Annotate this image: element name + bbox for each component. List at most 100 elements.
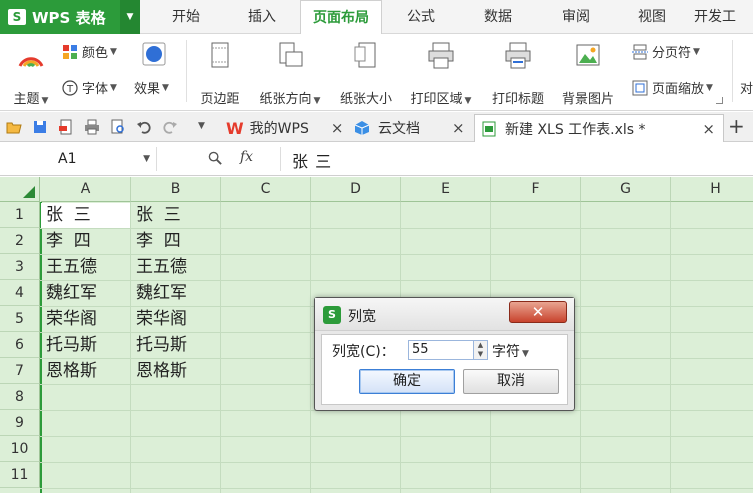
column-header-f[interactable]: F — [491, 177, 581, 202]
close-icon[interactable]: × — [331, 119, 344, 137]
row-header-8[interactable]: 8 — [0, 384, 40, 410]
save-icon[interactable] — [32, 119, 48, 135]
tab-formulas[interactable]: 公式 — [386, 0, 456, 34]
print-area-button[interactable]: 打印区域 ▼ — [404, 42, 478, 107]
zoom-search-icon[interactable] — [208, 151, 223, 166]
column-header-h[interactable]: H — [671, 177, 753, 202]
row-header-5[interactable]: 5 — [0, 306, 40, 332]
print-preview-icon[interactable] — [110, 119, 126, 135]
column-header-g[interactable]: G — [581, 177, 671, 202]
cell-a2[interactable]: 李 四 — [41, 228, 91, 254]
width-spinner[interactable]: ▲ ▼ — [474, 340, 488, 360]
column-header-a[interactable]: A — [41, 177, 131, 202]
print-area-icon — [428, 42, 454, 69]
cell-b7[interactable]: 恩格斯 — [131, 358, 187, 384]
theme-icon — [18, 57, 44, 68]
row-header-4[interactable]: 4 — [0, 280, 40, 306]
dialog-close-button[interactable]: ✕ — [509, 301, 567, 323]
tab-my-wps[interactable]: W 我的WPS × — [222, 114, 348, 142]
dialog-launcher-icon[interactable] — [716, 97, 723, 104]
cell-b5[interactable]: 荣华阁 — [131, 306, 187, 332]
cell-a3[interactable]: 王五德 — [41, 254, 97, 280]
theme-button[interactable]: 主题 ▼ — [8, 42, 54, 107]
colors-button[interactable]: 颜色 ▼ — [62, 42, 117, 61]
row-header-7[interactable]: 7 — [0, 358, 40, 384]
unit-dropdown[interactable]: 字符 ▼ — [492, 341, 529, 361]
tab-developer[interactable]: 开发工 — [694, 0, 753, 34]
column-header-d[interactable]: D — [311, 177, 401, 202]
cancel-button[interactable]: 取消 — [463, 369, 559, 394]
export-pdf-icon[interactable] — [58, 119, 74, 135]
cell-b1[interactable]: 张 三 — [131, 202, 181, 228]
row-header-1[interactable]: 1 — [0, 202, 40, 228]
app-menu-button[interactable]: S WPS 表格 ▼ — [0, 0, 140, 34]
print-titles-button[interactable]: 打印标题 — [486, 42, 550, 107]
close-icon[interactable]: × — [452, 119, 465, 137]
name-box[interactable]: A1 ▼ — [0, 147, 157, 171]
row-header-11[interactable]: 11 — [0, 462, 40, 488]
tab-data[interactable]: 数据 — [462, 0, 534, 34]
tab-view[interactable]: 视图 — [618, 0, 686, 34]
cell-b3[interactable]: 王五德 — [131, 254, 187, 280]
tab-insert[interactable]: 插入 — [226, 0, 298, 34]
effects-icon[interactable] — [142, 42, 166, 66]
cell-a5[interactable]: 荣华阁 — [41, 306, 97, 332]
cell-b6[interactable]: 托马斯 — [131, 332, 187, 358]
cell-a7[interactable]: 恩格斯 — [41, 358, 97, 384]
ribbon-overflow-label[interactable]: 对 — [740, 78, 753, 97]
tab-document[interactable]: 新建 XLS 工作表.xls * × — [474, 114, 724, 142]
xls-file-icon — [482, 121, 496, 136]
effects-button[interactable]: 效果 ▼ — [134, 78, 169, 97]
row-header-6[interactable]: 6 — [0, 332, 40, 358]
row-header-2[interactable]: 2 — [0, 228, 40, 254]
close-icon[interactable]: × — [702, 120, 715, 138]
margins-button[interactable]: 页边距 — [194, 42, 246, 107]
row-header-9[interactable]: 9 — [0, 410, 40, 436]
formula-bar: A1 ▼ fx 张 三 — [0, 143, 753, 176]
column-width-input[interactable]: 55 — [408, 340, 474, 360]
color-palette-icon — [63, 44, 77, 59]
spin-down-icon[interactable]: ▼ — [474, 350, 487, 359]
undo-icon[interactable] — [136, 119, 152, 135]
image-icon — [576, 44, 600, 66]
quick-access-dropdown-icon[interactable]: ▼ — [198, 121, 205, 131]
formula-input[interactable]: 张 三 — [292, 148, 332, 172]
tab-my-wps-label: 我的WPS — [249, 121, 309, 137]
column-header-b[interactable]: B — [131, 177, 221, 202]
row-header-3[interactable]: 3 — [0, 254, 40, 280]
fonts-button[interactable]: T 字体 ▼ — [62, 78, 117, 97]
open-folder-icon[interactable] — [6, 119, 22, 135]
ok-button[interactable]: 确定 — [359, 369, 455, 394]
spin-up-icon[interactable]: ▲ — [474, 341, 487, 350]
orientation-button[interactable]: 纸张方向 ▼ — [252, 42, 328, 107]
select-all-corner[interactable] — [0, 177, 40, 202]
cell-b4[interactable]: 魏红军 — [131, 280, 187, 306]
cell-b2[interactable]: 李 四 — [131, 228, 181, 254]
tab-home[interactable]: 开始 — [150, 0, 222, 34]
new-tab-button[interactable]: + — [728, 114, 745, 138]
background-image-button[interactable]: 背景图片 — [556, 42, 620, 107]
tab-page-layout[interactable]: 页面布局 — [300, 0, 382, 35]
cell-a6[interactable]: 托马斯 — [41, 332, 97, 358]
tab-review[interactable]: 审阅 — [540, 0, 612, 34]
paper-size-label: 纸张大小 — [339, 92, 392, 107]
cell-a4[interactable]: 魏红军 — [41, 280, 97, 306]
redo-icon[interactable] — [162, 119, 178, 135]
chevron-down-icon[interactable]: ▼ — [143, 147, 150, 171]
chevron-down-icon[interactable]: ▼ — [120, 0, 140, 34]
function-icon[interactable]: fx — [240, 149, 253, 165]
paper-size-button[interactable]: 纸张大小 — [334, 42, 398, 107]
column-header-c[interactable]: C — [221, 177, 311, 202]
page-break-button[interactable]: 分页符 ▼ — [632, 42, 700, 61]
cell-a1[interactable]: 张 三 — [41, 202, 91, 228]
column-header-e[interactable]: E — [401, 177, 491, 202]
page-break-label: 分页符 — [652, 46, 692, 61]
row-header-10[interactable]: 10 — [0, 436, 40, 462]
print-icon[interactable] — [84, 119, 100, 135]
svg-text:T: T — [66, 84, 74, 95]
dialog-titlebar[interactable]: S 列宽 ✕ — [315, 298, 574, 331]
ribbon: 主题 ▼ 颜色 ▼ T 字体 ▼ 效果 ▼ 页边距 纸张方向 ▼ 纸张大小 打印… — [0, 34, 753, 111]
print-titles-label: 打印标题 — [491, 92, 544, 107]
tab-cloud-docs[interactable]: 云文档 × — [352, 114, 474, 142]
page-zoom-button[interactable]: 页面缩放 ▼ — [632, 78, 713, 97]
